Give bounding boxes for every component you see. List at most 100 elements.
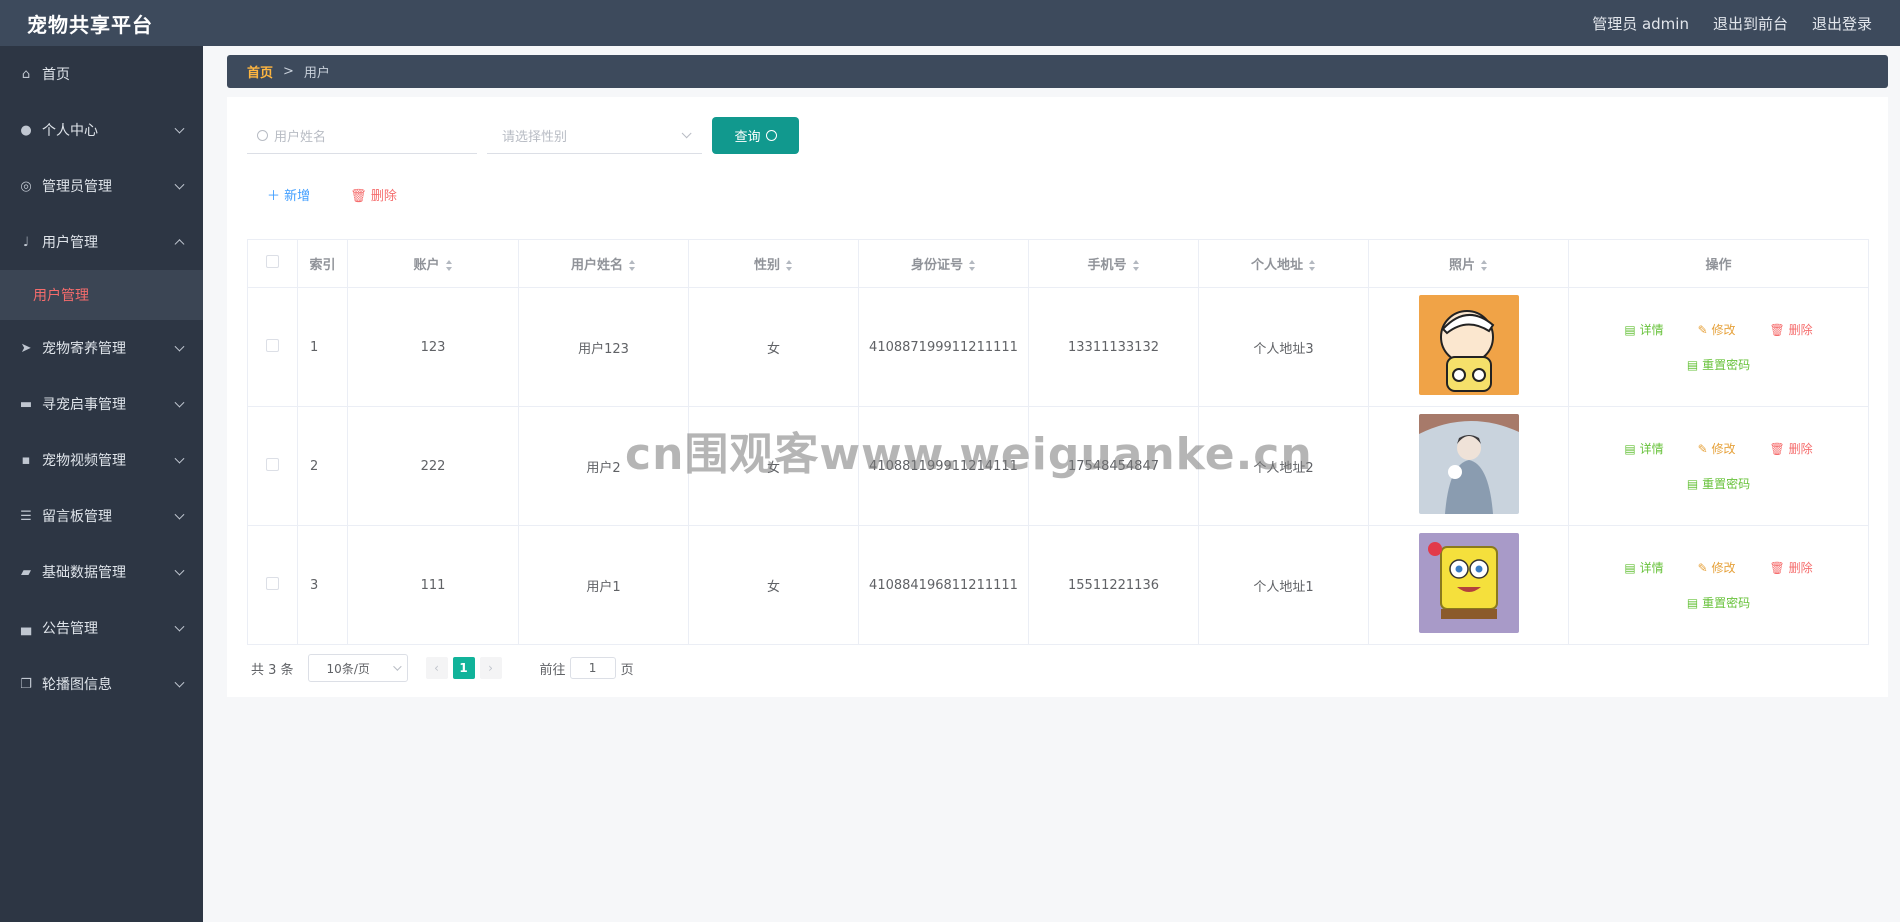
- goto-page-input[interactable]: 1: [569, 657, 616, 679]
- sidebar-item-pet-foster[interactable]: ➤ 宠物寄养管理: [0, 320, 203, 376]
- add-label: 新增: [284, 189, 311, 204]
- query-button[interactable]: 查询: [712, 117, 799, 154]
- reset-password-button[interactable]: ▤ 重置密码: [1687, 356, 1750, 373]
- user-photo[interactable]: [1418, 295, 1519, 395]
- seat-icon: ▬: [19, 396, 33, 412]
- sidebar-item-pet-video[interactable]: ▪ 宠物视频管理: [0, 432, 203, 488]
- sort-icon[interactable]: [1132, 260, 1140, 271]
- edit-button[interactable]: ✎ 修改: [1698, 440, 1736, 457]
- sidebar-item-lost-pet[interactable]: ▬ 寻宠启事管理: [0, 376, 203, 432]
- chevron-down-icon: [174, 179, 185, 190]
- edit-button[interactable]: ✎ 修改: [1698, 321, 1736, 338]
- header-name[interactable]: 用户姓名: [518, 239, 689, 288]
- sidebar-item-label: 首页: [42, 67, 70, 83]
- user-photo[interactable]: [1418, 533, 1519, 633]
- chevron-down-icon: [174, 565, 185, 576]
- cell-index: 3: [297, 525, 348, 645]
- sidebar-item-user-management[interactable]: ♩ 用户管理: [0, 214, 203, 270]
- sidebar-item-message-board[interactable]: ☰ 留言板管理: [0, 488, 203, 544]
- user-photo[interactable]: [1418, 414, 1519, 514]
- sort-icon[interactable]: [1481, 260, 1488, 271]
- chevron-down-icon: [174, 123, 185, 134]
- mic-icon: ♩: [22, 234, 30, 250]
- select-all-cell: [247, 239, 298, 288]
- cell-gender: 女: [688, 287, 859, 407]
- cell-index: 2: [297, 406, 348, 526]
- breadcrumb-home[interactable]: 首页: [247, 62, 273, 81]
- edit-button[interactable]: ✎ 修改: [1698, 559, 1736, 576]
- row-checkbox[interactable]: [266, 457, 279, 471]
- sidebar-item-notice[interactable]: ▄ 公告管理: [0, 600, 203, 656]
- cell-phone: 13311133132: [1028, 287, 1199, 407]
- detail-button[interactable]: ▤ 详情: [1624, 559, 1663, 576]
- sidebar-subitem-user-management[interactable]: 用户管理: [0, 270, 203, 320]
- truck-icon: ▰: [21, 564, 31, 580]
- header-photo[interactable]: 照片: [1368, 239, 1569, 288]
- breadcrumb: 首页 > 用户: [227, 55, 1888, 88]
- chevron-down-icon: [174, 397, 185, 408]
- sidebar-item-personal-center[interactable]: ● 个人中心: [0, 102, 203, 158]
- breadcrumb-current: 用户: [303, 66, 330, 81]
- delete-button[interactable]: 🗑 删除: [1770, 559, 1813, 576]
- header-idcard[interactable]: 身份证号: [858, 239, 1029, 288]
- sort-icon[interactable]: [445, 260, 453, 271]
- sort-icon[interactable]: [969, 260, 976, 271]
- sidebar-item-label: 用户管理: [42, 235, 98, 251]
- sort-icon[interactable]: [1309, 260, 1316, 271]
- logout-link[interactable]: 退出登录: [1812, 13, 1872, 34]
- chevron-down-icon: [174, 677, 185, 688]
- delete-button[interactable]: 🗑 删除: [1770, 440, 1813, 457]
- home-icon: ⌂: [21, 66, 31, 82]
- user-name-search-input[interactable]: 用户姓名: [247, 117, 477, 154]
- document-icon: ▤: [1624, 442, 1636, 456]
- cell-idcard: 410887199911211111: [858, 287, 1029, 407]
- document-icon: ▤: [1686, 477, 1699, 491]
- send-icon: ➤: [20, 340, 32, 356]
- header-account[interactable]: 账户: [347, 239, 519, 288]
- gender-select[interactable]: 请选择性别: [487, 117, 702, 154]
- reset-password-button[interactable]: ▤ 重置密码: [1687, 475, 1750, 492]
- goto-label: 前往: [539, 662, 566, 678]
- chevron-down-icon: [174, 621, 185, 632]
- cell-account: 123: [347, 287, 519, 407]
- document-icon: ▤: [1686, 358, 1699, 372]
- header-address[interactable]: 个人地址: [1198, 239, 1369, 288]
- cell-account: 111: [347, 525, 519, 645]
- sidebar-item-admin-management[interactable]: ◎ 管理员管理: [0, 158, 203, 214]
- row-checkbox[interactable]: [266, 576, 279, 590]
- action-row: ＋ 新增 🗑 删除: [247, 185, 397, 204]
- delete-label: 删除: [370, 189, 397, 204]
- current-page[interactable]: 1: [452, 657, 475, 679]
- header-phone[interactable]: 手机号: [1028, 239, 1199, 288]
- sort-icon[interactable]: [629, 260, 636, 271]
- sidebar-item-basic-data[interactable]: ▰ 基础数据管理: [0, 544, 203, 600]
- batch-delete-button[interactable]: 🗑 删除: [350, 185, 397, 204]
- cell-name: 用户2: [518, 406, 689, 526]
- header-gender[interactable]: 性别: [688, 239, 859, 288]
- chevron-down-icon: [174, 453, 185, 464]
- row-checkbox[interactable]: [266, 338, 279, 352]
- page-size-select[interactable]: 10条/页: [307, 654, 408, 682]
- sidebar-item-label: 留言板管理: [42, 509, 112, 525]
- document-icon: ▤: [1624, 561, 1636, 575]
- cell-index: 1: [297, 287, 348, 407]
- chevron-up-icon: [174, 239, 185, 250]
- cell-address: 个人地址1: [1198, 525, 1369, 645]
- select-all-checkbox[interactable]: [266, 255, 279, 268]
- main-panel: 用户姓名 请选择性别 查询 ＋ 新增 🗑 删除 索引 账户 用户姓名 性别 身份…: [227, 97, 1888, 697]
- brand-title: 宠物共享平台: [27, 12, 153, 37]
- sidebar-item-carousel[interactable]: ❐ 轮播图信息: [0, 656, 203, 712]
- document-icon: ▤: [1624, 323, 1636, 337]
- next-page-button[interactable]: ›: [479, 657, 502, 679]
- exit-to-front-link[interactable]: 退出到前台: [1713, 13, 1788, 34]
- delete-button[interactable]: 🗑 删除: [1770, 321, 1813, 338]
- prev-page-button[interactable]: ‹: [425, 657, 448, 679]
- detail-button[interactable]: ▤ 详情: [1624, 321, 1663, 338]
- reset-password-button[interactable]: ▤ 重置密码: [1687, 594, 1750, 611]
- detail-button[interactable]: ▤ 详情: [1624, 440, 1663, 457]
- add-button[interactable]: ＋ 新增: [247, 185, 328, 204]
- sidebar-item-home[interactable]: ⌂ 首页: [0, 46, 203, 102]
- pagination: 共 3 条 10条/页 ‹ 1 › 前往 1 页: [251, 654, 634, 682]
- sort-icon[interactable]: [786, 260, 793, 271]
- chevron-down-icon: [681, 127, 692, 138]
